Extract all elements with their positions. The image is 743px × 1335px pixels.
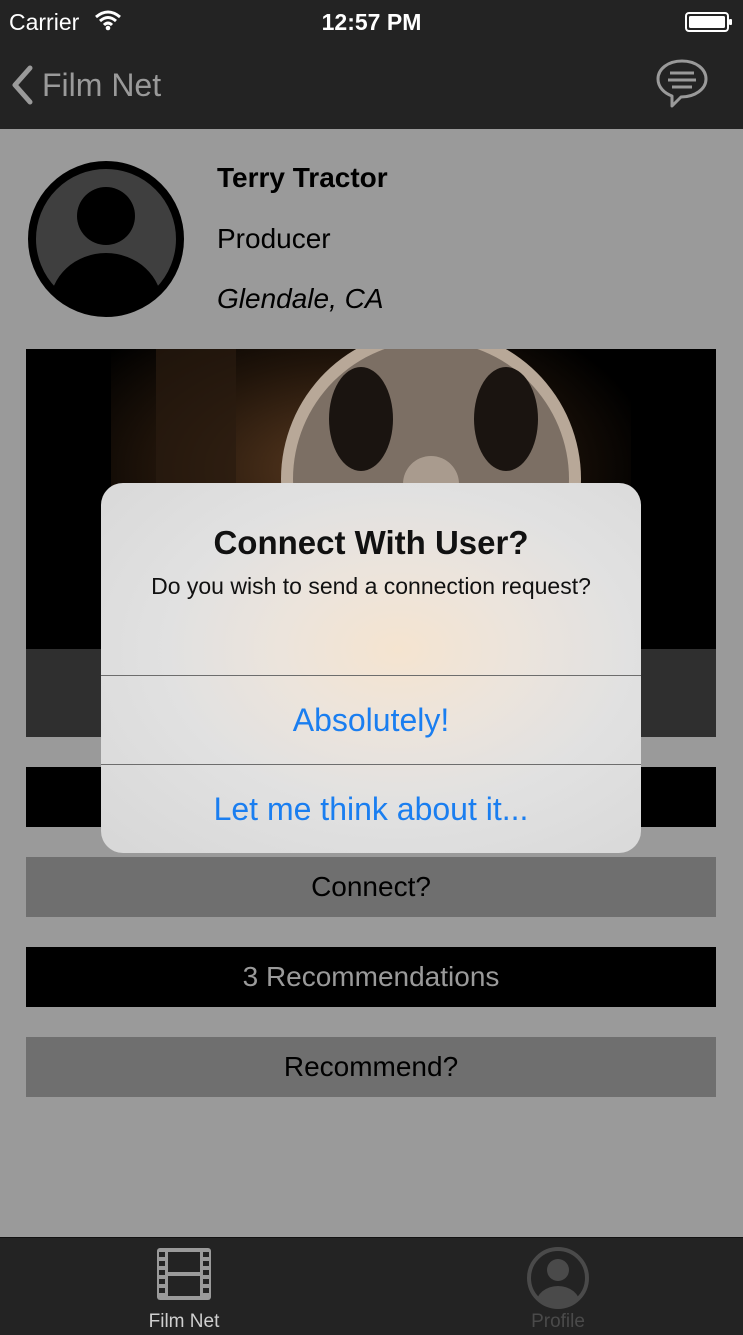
tab-label-profile: Profile xyxy=(531,1311,585,1332)
alert-title: Connect With User? xyxy=(213,524,529,561)
profile-name: Terry Tractor xyxy=(217,162,388,193)
recommend-button[interactable]: Recommend? xyxy=(26,1037,716,1097)
status-bar: Carrier 12:57 PM xyxy=(0,0,743,44)
profile-icon xyxy=(527,1247,589,1309)
chat-bubble-icon[interactable] xyxy=(655,58,709,110)
tab-film-net[interactable]: Film Net xyxy=(84,1238,284,1335)
person-avatar-icon xyxy=(26,159,186,319)
alert-message: Do you wish to send a connection request… xyxy=(151,573,591,599)
chevron-left-icon xyxy=(12,65,33,105)
tab-bar: Film Net Profile xyxy=(0,1237,743,1335)
tab-profile[interactable]: Profile xyxy=(458,1238,658,1335)
think-about-it-button[interactable]: Let me think about it... xyxy=(101,765,641,853)
film-strip-icon xyxy=(157,1248,211,1300)
recommendations-button[interactable]: 3 Recommendations xyxy=(26,947,716,1007)
back-button[interactable]: Film Net xyxy=(10,62,161,108)
top-bar: Carrier 12:57 PM Film Net xyxy=(0,0,743,129)
tab-label-film-net: Film Net xyxy=(148,1311,220,1332)
clock: 12:57 PM xyxy=(321,9,422,35)
profile-location: Glendale, CA xyxy=(217,283,384,314)
absolutely-button[interactable]: Absolutely! xyxy=(101,676,641,764)
back-label: Film Net xyxy=(42,66,162,103)
battery-icon xyxy=(685,12,733,32)
connect-button[interactable]: Connect? xyxy=(26,857,716,917)
nav-bar: Film Net xyxy=(0,44,743,129)
connect-alert-dialog: Connect With User? Do you wish to send a… xyxy=(101,483,641,853)
profile-role: Producer xyxy=(217,223,331,254)
